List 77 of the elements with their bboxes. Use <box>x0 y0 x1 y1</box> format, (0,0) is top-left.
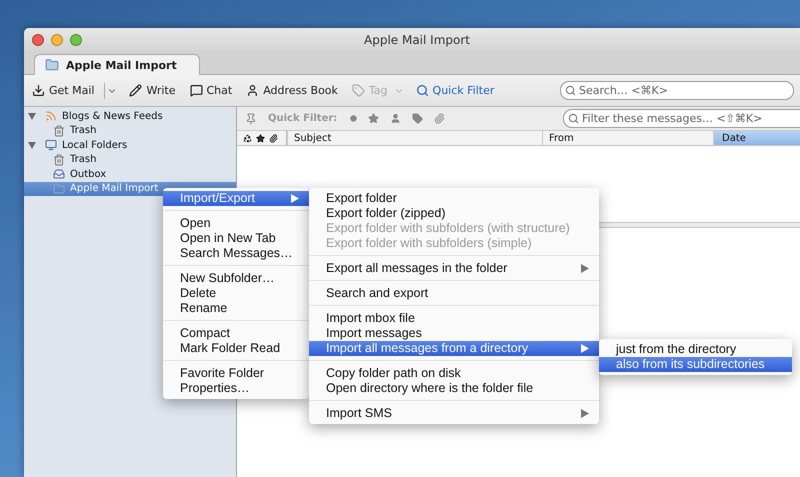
menu-item[interactable]: Import/Export <box>163 190 309 206</box>
person-icon <box>246 84 260 97</box>
search-icon <box>568 113 579 124</box>
menu-item[interactable]: Import messages <box>309 326 599 340</box>
folder-label: Trash <box>70 154 96 166</box>
filter-field[interactable]: Filter these messages… <⇧⌘K> <box>563 109 800 128</box>
folder-label: Apple Mail Import <box>70 183 158 194</box>
pencil-icon <box>129 84 142 97</box>
thread-icon[interactable] <box>243 134 252 142</box>
menu-item[interactable]: Export folder (zipped) <box>309 206 599 220</box>
menu-item[interactable]: Delete <box>163 286 309 300</box>
speech-bubble-icon <box>190 84 202 97</box>
disclosure-triangle-icon[interactable] <box>28 112 36 120</box>
filter-placeholder: Filter these messages… <⇧⌘K> <box>582 112 762 125</box>
menu-item[interactable]: Rename <box>163 300 309 316</box>
star-icon[interactable] <box>368 113 380 124</box>
close-button[interactable] <box>32 34 44 46</box>
trash-icon <box>53 154 65 166</box>
star-icon[interactable] <box>256 134 265 142</box>
toolbar-button[interactable]: Write <box>129 84 184 97</box>
menu-item[interactable]: Open <box>163 216 309 230</box>
folder-item[interactable]: Trash <box>24 124 236 138</box>
menu-item[interactable]: Mark Folder Read <box>163 340 309 356</box>
folder-item[interactable]: Blogs & News Feeds <box>24 109 236 124</box>
rss-icon <box>45 110 57 122</box>
folder-item[interactable]: Trash <box>24 152 236 167</box>
menu-item[interactable]: Search Messages… <box>163 246 309 260</box>
menu-item[interactable]: just from the directory <box>599 342 792 356</box>
menu-item[interactable]: Copy folder path on disk <box>309 366 599 380</box>
column-header[interactable]: Subject <box>287 131 542 145</box>
folder-icon <box>45 58 59 72</box>
search-icon <box>416 84 429 97</box>
menu-item[interactable]: Favorite Folder <box>163 366 309 380</box>
search-icon <box>565 85 576 96</box>
folder-label: Outbox <box>70 168 106 180</box>
menu-item[interactable]: Import all messages from a directory <box>309 340 599 356</box>
search-placeholder: Search… <⌘K> <box>579 84 668 97</box>
trash-icon <box>53 124 65 137</box>
tag-icon[interactable] <box>412 113 424 124</box>
pin-icon[interactable] <box>245 112 257 124</box>
folder-label: Local Folders <box>62 140 128 151</box>
menu-item[interactable]: Properties… <box>163 380 309 396</box>
menu-item[interactable]: Search and export <box>309 286 599 300</box>
toolbar-button[interactable]: Quick Filter <box>416 84 502 97</box>
tag-icon <box>352 84 365 97</box>
dot-icon[interactable] <box>350 115 358 122</box>
toolbar-button[interactable]: Address Book <box>246 84 346 97</box>
menu-item[interactable]: Compact <box>163 326 309 340</box>
column-header[interactable]: Date <box>713 131 800 145</box>
search-field[interactable]: Search… <⌘K> <box>560 81 794 100</box>
menu-item[interactable]: also from its subdirectories <box>599 356 792 372</box>
paperclip-icon[interactable] <box>269 134 278 142</box>
paperclip-icon[interactable] <box>434 113 446 124</box>
minimize-button[interactable] <box>51 34 63 46</box>
tab[interactable]: Apple Mail Import <box>34 54 200 75</box>
menu-item[interactable]: New Subfolder… <box>163 270 309 286</box>
zoom-button[interactable] <box>70 34 82 46</box>
menu-item[interactable]: Export all messages in the folder <box>309 260 599 276</box>
menu-item[interactable]: Export folder <box>309 190 599 206</box>
toolbar-button[interactable]: Chat <box>190 84 240 97</box>
quick-filter-label: Quick Filter: <box>268 113 338 124</box>
folder-label: Blogs & News Feeds <box>62 110 163 122</box>
menu-item[interactable]: Import mbox file <box>309 310 599 326</box>
folder-item[interactable]: Outbox <box>24 167 236 182</box>
folder-item[interactable]: Local Folders <box>24 138 236 152</box>
tray-icon <box>53 168 65 180</box>
person-icon[interactable] <box>390 113 402 124</box>
toolbar-button[interactable]: Get Mail <box>32 84 102 97</box>
disclosure-triangle-icon[interactable] <box>28 142 36 149</box>
menu-item[interactable]: Open directory where is the folder file <box>309 380 599 396</box>
folder-icon <box>53 182 65 195</box>
folder-label: Trash <box>70 125 96 136</box>
menu-item[interactable]: Open in New Tab <box>163 230 309 246</box>
window-title: Apple Mail Import <box>364 33 470 47</box>
download-icon <box>32 84 45 97</box>
menu-item[interactable]: Import SMS <box>309 406 599 420</box>
monitor-icon <box>45 139 57 152</box>
